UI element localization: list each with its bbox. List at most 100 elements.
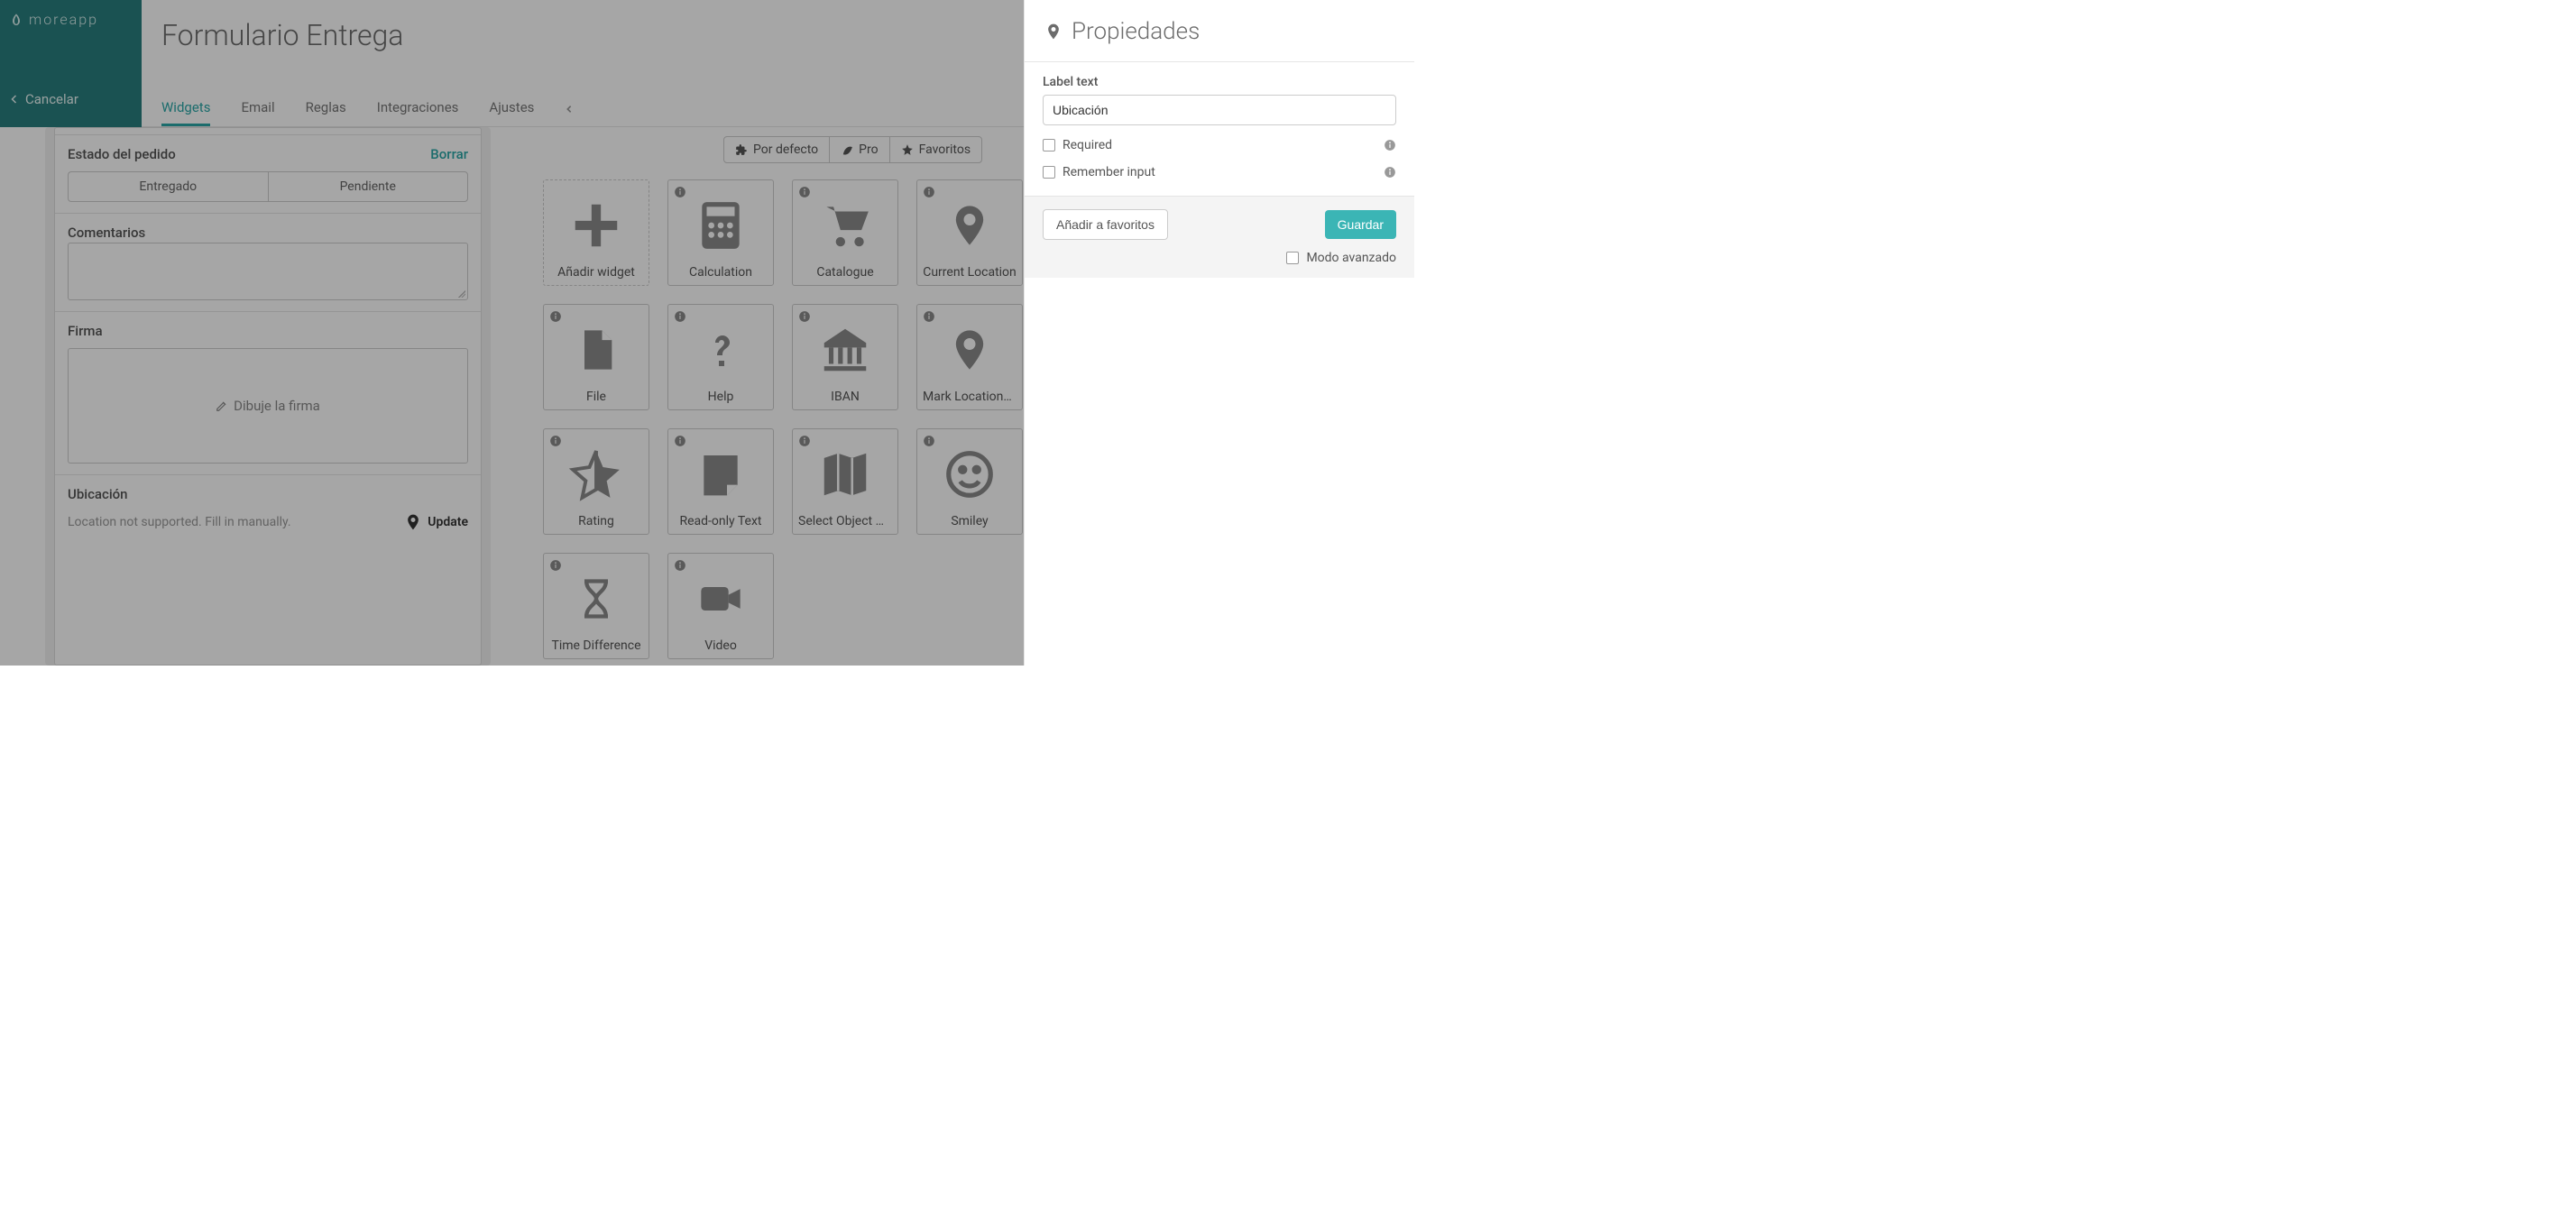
palette-filter: Por defecto Pro Favoritos	[723, 136, 982, 163]
properties-panel: Propiedades Label text Required Remember…	[1024, 0, 1414, 666]
save-button[interactable]: Guardar	[1325, 210, 1396, 239]
properties-body: Label text Required Remember input	[1025, 62, 1414, 197]
widget-grid: Añadir widget Calculation Catalogue Curr…	[543, 179, 1024, 659]
widget-current-location[interactable]: Current Location	[916, 179, 1023, 286]
widget-mark-locations[interactable]: Mark Locations o…	[916, 304, 1023, 410]
tab-integrations[interactable]: Integraciones	[377, 99, 459, 126]
info-icon[interactable]	[549, 310, 562, 323]
block-comentarios[interactable]: Comentarios	[55, 214, 481, 312]
add-favorite-button[interactable]: Añadir a favoritos	[1043, 209, 1168, 240]
star-icon	[901, 143, 914, 156]
cart-icon	[817, 197, 873, 253]
note-icon	[695, 446, 746, 502]
file-icon	[573, 322, 620, 378]
remember-checkbox[interactable]	[1043, 166, 1055, 179]
tab-widgets[interactable]: Widgets	[161, 99, 210, 126]
tab-rules[interactable]: Reglas	[306, 99, 346, 126]
cancel-button[interactable]: Cancelar	[9, 91, 133, 107]
map-icon	[817, 446, 873, 502]
segmented-estado: Entregado Pendiente	[68, 171, 468, 202]
pin-icon	[404, 511, 422, 533]
comentarios-title: Comentarios	[68, 225, 145, 241]
label-text-input[interactable]	[1043, 95, 1396, 125]
widget-iban[interactable]: IBAN	[792, 304, 898, 410]
info-icon[interactable]	[923, 186, 935, 198]
star-half-icon	[568, 446, 624, 502]
info-icon[interactable]	[798, 186, 811, 198]
calculator-icon	[693, 197, 749, 253]
hourglass-icon	[573, 571, 620, 627]
question-icon	[699, 322, 742, 378]
info-icon[interactable]	[549, 435, 562, 447]
plus-icon	[568, 197, 624, 253]
widget-readonly-text[interactable]: Read-only Text	[667, 428, 774, 535]
advanced-mode-label: Modo avanzado	[1306, 251, 1396, 265]
form-preview: Estado del pedido Borrar Entregado Pendi…	[54, 127, 482, 666]
block-firma[interactable]: Firma Dibuje la firma	[55, 312, 481, 475]
widget-time-difference[interactable]: Time Difference	[543, 553, 649, 659]
remember-label: Remember input	[1063, 165, 1155, 179]
info-icon[interactable]	[674, 559, 686, 572]
widget-rating[interactable]: Rating	[543, 428, 649, 535]
video-icon	[693, 575, 749, 622]
info-icon[interactable]	[923, 435, 935, 447]
widget-file[interactable]: File	[543, 304, 649, 410]
clear-button[interactable]: Borrar	[430, 146, 468, 162]
info-icon[interactable]	[674, 435, 686, 447]
widget-palette: Por defecto Pro Favoritos Añadir widget …	[521, 127, 1024, 666]
info-icon[interactable]	[798, 310, 811, 323]
phone-frame: Estado del pedido Borrar Entregado Pendi…	[45, 127, 491, 666]
tabs: Widgets Email Reglas Integraciones Ajust…	[142, 99, 593, 126]
firma-title: Firma	[68, 323, 103, 339]
widget-calculation[interactable]: Calculation	[667, 179, 774, 286]
ubicacion-title: Ubicación	[68, 486, 128, 502]
bank-icon	[817, 322, 873, 378]
brand-text: moreapp	[29, 11, 98, 28]
properties-footer: Añadir a favoritos Guardar Modo avanzado	[1025, 197, 1414, 278]
block-estado[interactable]: Estado del pedido Borrar Entregado Pendi…	[55, 135, 481, 214]
advanced-mode-checkbox[interactable]	[1286, 252, 1299, 264]
widget-help[interactable]: Help	[667, 304, 774, 410]
tab-email[interactable]: Email	[241, 99, 274, 126]
estado-title: Estado del pedido	[68, 146, 176, 162]
widget-select-object[interactable]: Select Object On …	[792, 428, 898, 535]
pin-icon	[946, 197, 993, 253]
tab-settings[interactable]: Ajustes	[489, 99, 534, 126]
widget-smiley[interactable]: Smiley	[916, 428, 1023, 535]
chevron-left-icon[interactable]	[565, 103, 574, 126]
arrow-left-icon	[9, 94, 20, 105]
block-ubicacion[interactable]: Ubicación Location not supported. Fill i…	[55, 475, 481, 544]
required-label: Required	[1063, 138, 1112, 152]
seg-pendiente[interactable]: Pendiente	[268, 171, 469, 202]
puzzle-icon	[735, 143, 748, 156]
info-icon[interactable]	[798, 435, 811, 447]
comentarios-textarea[interactable]	[68, 243, 468, 300]
filter-favorites[interactable]: Favoritos	[890, 137, 981, 162]
pencil-icon	[216, 399, 228, 412]
pin-icon	[1044, 20, 1063, 43]
form-preview-column: Estado del pedido Borrar Entregado Pendi…	[0, 127, 521, 666]
cancel-label: Cancelar	[25, 91, 78, 107]
location-message: Location not supported. Fill in manually…	[68, 515, 291, 529]
properties-title: Propiedades	[1072, 18, 1200, 45]
info-icon[interactable]	[674, 186, 686, 198]
widget-add[interactable]: Añadir widget	[543, 179, 649, 286]
required-checkbox[interactable]	[1043, 139, 1055, 152]
signature-pad[interactable]: Dibuje la firma	[68, 348, 468, 464]
required-help-icon[interactable]	[1384, 139, 1396, 152]
properties-header: Propiedades	[1025, 0, 1414, 62]
seg-entregado[interactable]: Entregado	[68, 171, 268, 202]
info-icon[interactable]	[549, 559, 562, 572]
smiley-icon	[942, 446, 998, 502]
update-location-button[interactable]: Update	[428, 515, 468, 529]
widget-video[interactable]: Video	[667, 553, 774, 659]
filter-pro[interactable]: Pro	[830, 137, 889, 162]
remember-help-icon[interactable]	[1384, 166, 1396, 179]
filter-default[interactable]: Por defecto	[724, 137, 830, 162]
info-icon[interactable]	[923, 310, 935, 323]
brand-logo: moreapp	[9, 11, 133, 28]
info-icon[interactable]	[674, 310, 686, 323]
widget-catalogue[interactable]: Catalogue	[792, 179, 898, 286]
leaf-icon	[9, 13, 23, 27]
sidebar: moreapp Cancelar	[0, 0, 142, 127]
